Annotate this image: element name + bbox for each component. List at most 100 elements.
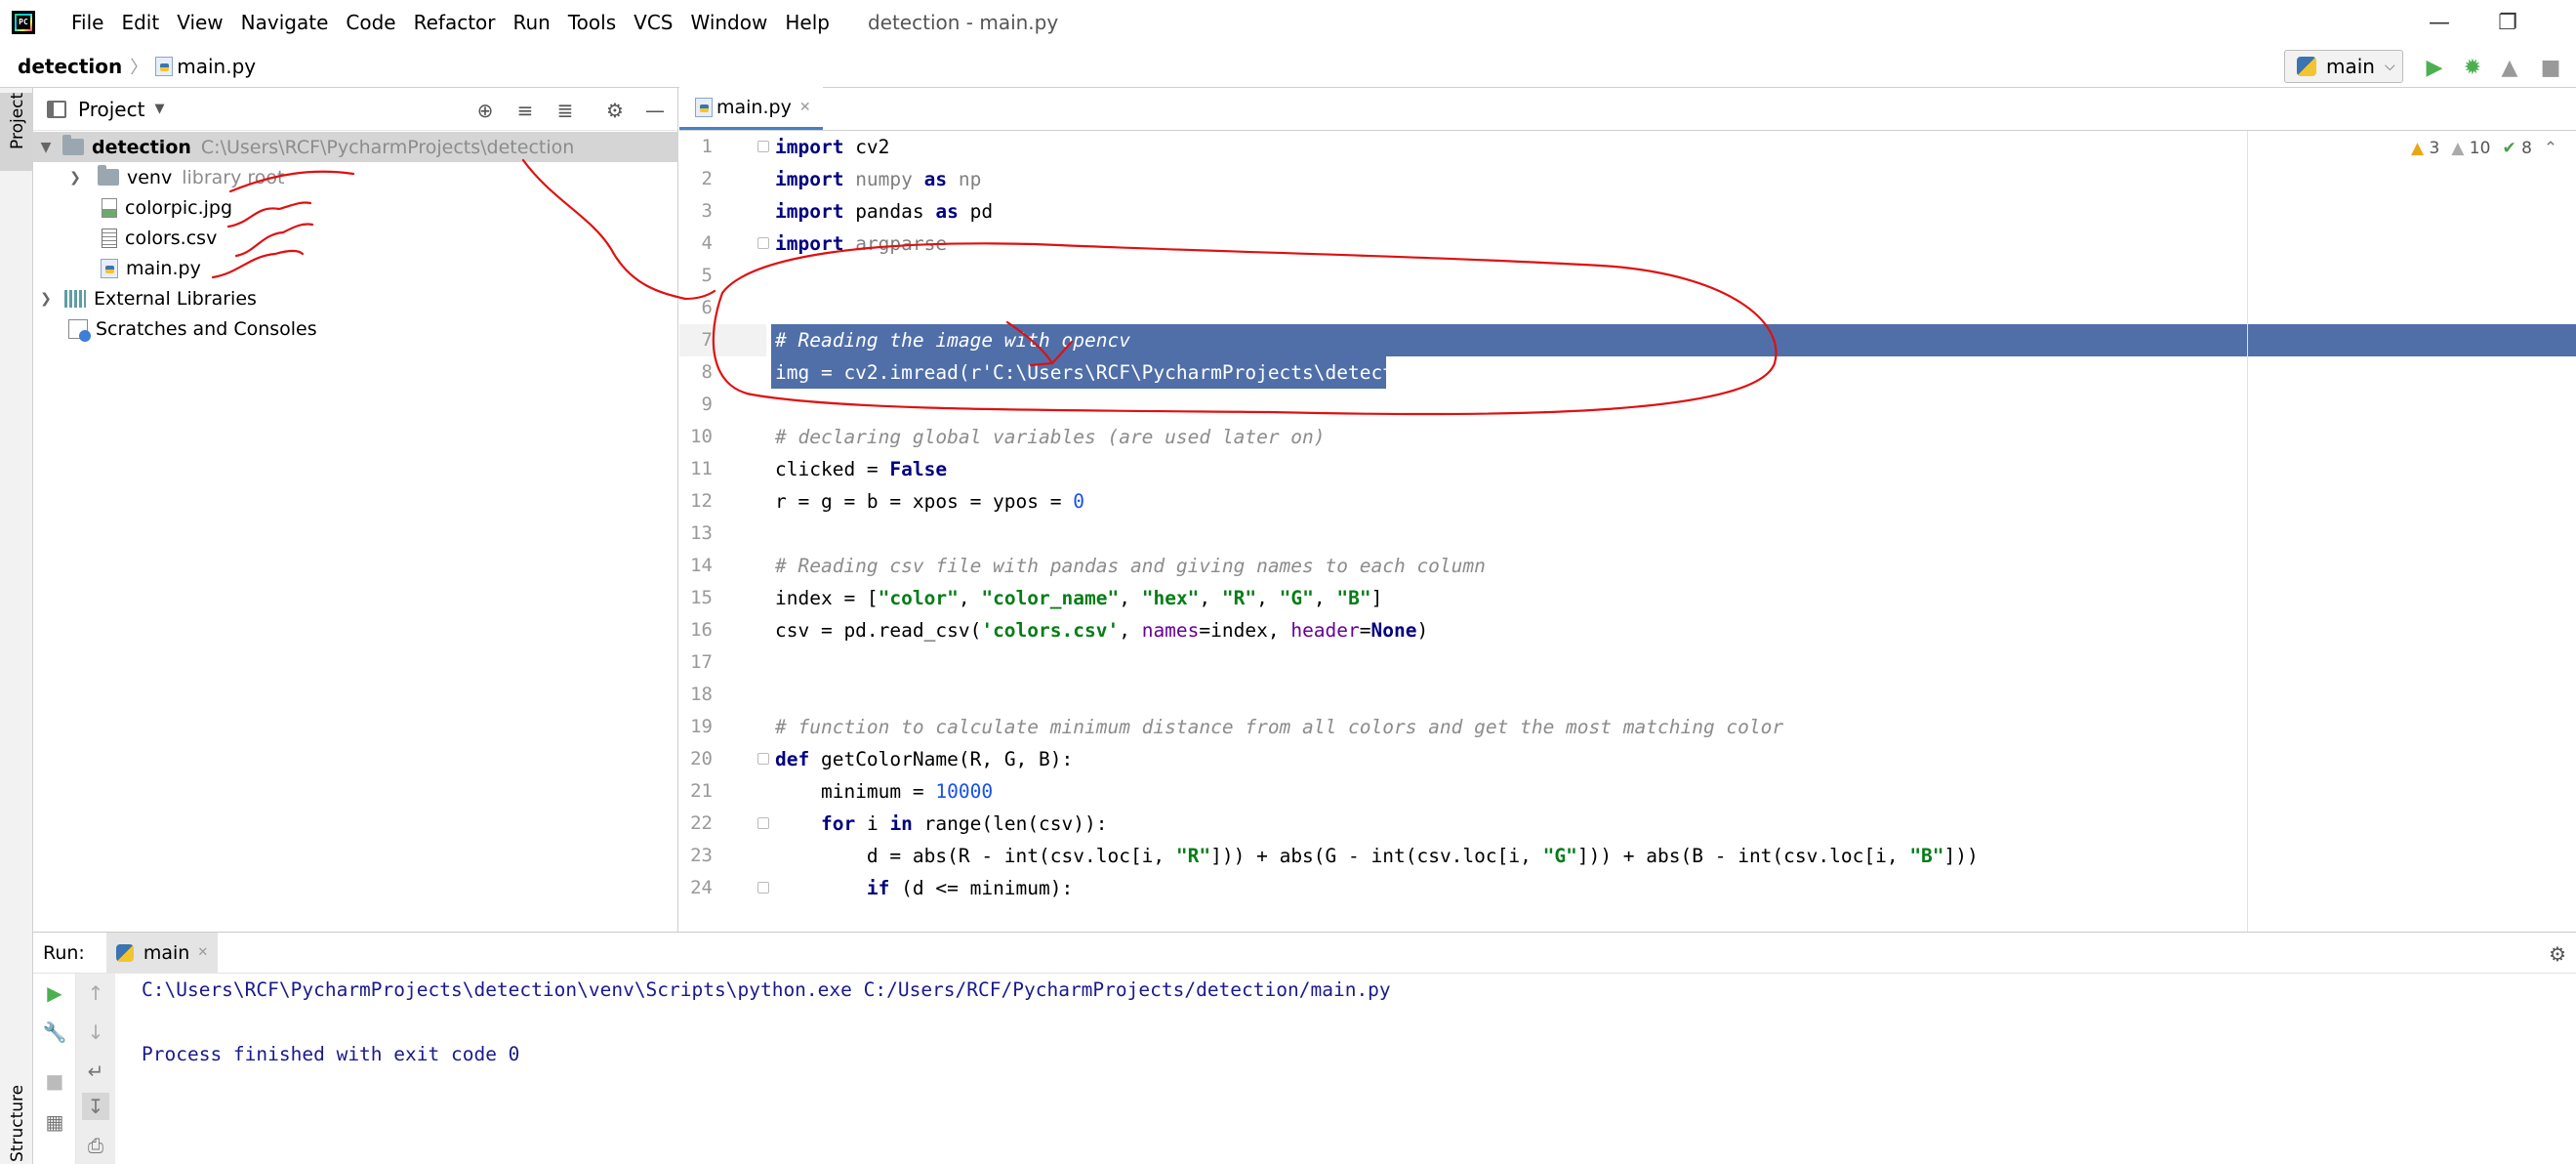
- library-icon: [64, 289, 86, 308]
- code-line: # Reading the image with opencv: [775, 329, 1130, 352]
- tree-item-detection[interactable]: ▼ detection C:\Users\RCF\PycharmProjects…: [33, 132, 678, 162]
- soft-wrap-icon[interactable]: ↵: [82, 1058, 109, 1085]
- line-number: 7: [679, 324, 766, 356]
- code-line: clicked = False: [775, 458, 948, 480]
- tree-item-scratches[interactable]: Scratches and Consoles: [33, 313, 678, 344]
- code-line: img = cv2.imread(r'C:\Users\RCF\PycharmP…: [775, 361, 1601, 384]
- tree-item-external-libraries[interactable]: ❯ External Libraries: [33, 283, 678, 313]
- scratch-icon: [68, 318, 91, 342]
- fold-marker-icon[interactable]: [757, 753, 769, 765]
- menu-vcs[interactable]: VCS: [625, 0, 681, 45]
- line-number: 8: [701, 361, 713, 383]
- line-number: 3: [701, 200, 713, 222]
- menu-refactor[interactable]: Refactor: [405, 0, 505, 45]
- gear-icon[interactable]: ⚙: [2549, 942, 2566, 966]
- menu-edit[interactable]: Edit: [112, 0, 168, 45]
- code-line: import numpy as np: [775, 168, 982, 190]
- scroll-end-icon[interactable]: ↧: [82, 1093, 109, 1120]
- code-line: minimum = 10000: [775, 780, 994, 803]
- down-arrow-icon[interactable]: ↓: [82, 1018, 109, 1046]
- tree-item-path: C:\Users\RCF\PycharmProjects\detection: [200, 136, 575, 158]
- fold-marker-icon[interactable]: [757, 817, 769, 829]
- tree-item-venv[interactable]: ❯ venv library root: [33, 162, 678, 192]
- run-configuration-select[interactable]: main ⌵: [2284, 50, 2403, 83]
- menu-code[interactable]: Code: [337, 0, 404, 45]
- expand-all-icon[interactable]: ≡: [512, 98, 538, 123]
- run-icon[interactable]: ▶: [2422, 55, 2447, 80]
- line-number: 21: [690, 780, 713, 802]
- project-tool-button[interactable]: Project: [0, 93, 33, 171]
- line-number: 15: [690, 587, 713, 608]
- tree-item-label: colorpic.jpg: [125, 196, 233, 219]
- line-number: 16: [690, 619, 713, 641]
- rerun-icon[interactable]: ▶: [41, 979, 68, 1007]
- tree-item-main-py[interactable]: main.py: [33, 253, 678, 283]
- gear-icon[interactable]: ⚙: [602, 98, 628, 123]
- breadcrumb-file[interactable]: main.py: [177, 55, 256, 78]
- stop-icon[interactable]: ■: [41, 1067, 68, 1095]
- folder-icon: [98, 165, 119, 186]
- menu-navigate[interactable]: Navigate: [232, 0, 338, 45]
- line-number: 22: [690, 812, 713, 834]
- tree-item-label: venv: [127, 166, 173, 188]
- minimize-icon[interactable]: —: [2405, 0, 2474, 45]
- code-line: # Reading csv file with pandas and givin…: [775, 555, 1486, 577]
- chevron-down-icon: ⌵: [2384, 59, 2395, 74]
- debug-icon[interactable]: ✹: [2460, 55, 2485, 80]
- code-line: import pandas as pd: [775, 200, 994, 223]
- tree-item-colors-csv[interactable]: colors.csv: [33, 223, 678, 253]
- coverage-icon[interactable]: ▲: [2497, 55, 2522, 80]
- editor-tab-strip: main.py ✕: [679, 87, 2576, 131]
- line-number: 13: [690, 522, 713, 544]
- structure-tool-button[interactable]: Structure: [8, 1085, 27, 1162]
- chevron-up-icon[interactable]: ⌃: [2544, 139, 2557, 158]
- breadcrumb-separator: 〉: [130, 57, 148, 78]
- menu-run[interactable]: Run: [505, 0, 559, 45]
- check-icon: ✔: [2502, 139, 2516, 158]
- locate-icon[interactable]: ⊕: [472, 98, 498, 123]
- line-number: 4: [701, 232, 713, 254]
- menu-window[interactable]: Window: [681, 0, 776, 45]
- fold-marker-icon[interactable]: [757, 882, 769, 894]
- up-arrow-icon[interactable]: ↑: [82, 979, 109, 1007]
- run-toolbar: ▶ 🔧 ■ ▦: [33, 974, 76, 1164]
- tab-label: main.py: [716, 96, 792, 118]
- chevron-down-icon[interactable]: ▼: [39, 140, 53, 155]
- layout-icon[interactable]: ▦: [41, 1108, 68, 1136]
- chevron-right-icon[interactable]: ❯: [39, 291, 53, 307]
- close-icon[interactable]: ✕: [197, 945, 208, 960]
- tree-item-colorpic[interactable]: colorpic.jpg: [33, 192, 678, 223]
- main-menu: File Edit View Navigate Code Refactor Ru…: [62, 0, 838, 45]
- inspection-widget[interactable]: ▲ 3 ▲ 10 ✔ 8 ⌃: [2411, 139, 2557, 158]
- collapse-all-icon[interactable]: ≣: [552, 98, 578, 123]
- restore-icon[interactable]: ❐: [2474, 0, 2542, 45]
- chevron-right-icon[interactable]: ❯: [68, 170, 82, 186]
- code-line: def getColorName(R, G, B):: [775, 748, 1074, 770]
- weak-warning-icon: ▲: [2451, 139, 2465, 158]
- tree-item-label: main.py: [126, 257, 201, 279]
- right-margin-guide: [2247, 131, 2248, 932]
- stop-icon[interactable]: ■: [2538, 55, 2563, 80]
- menu-view[interactable]: View: [168, 0, 231, 45]
- close-icon[interactable]: ✕: [799, 100, 811, 115]
- breadcrumb-project[interactable]: detection: [18, 55, 122, 78]
- code-line: import cv2: [775, 136, 890, 158]
- pycharm-logo-icon: [12, 11, 35, 34]
- console-output[interactable]: C:\Users\RCF\PycharmProjects\detection\v…: [142, 974, 1391, 1070]
- project-view-select[interactable]: Project: [78, 98, 144, 121]
- tab-main-py[interactable]: main.py ✕: [679, 87, 823, 130]
- line-number-gutter: 1 2 3 4 5 6 7 8 9 10 11 12 13 14 15 16 1…: [679, 131, 769, 932]
- tab-run-main[interactable]: main ✕: [105, 932, 219, 974]
- fold-marker-icon[interactable]: [757, 237, 769, 249]
- chevron-down-icon[interactable]: ▼: [154, 102, 164, 116]
- weak-warning-count: ▲ 10: [2451, 139, 2491, 158]
- run-configuration-label: main: [2326, 55, 2375, 78]
- menu-tools[interactable]: Tools: [559, 0, 625, 45]
- fold-marker-icon[interactable]: [757, 141, 769, 152]
- print-icon[interactable]: ⎙: [82, 1132, 109, 1159]
- code-area[interactable]: import cv2 import numpy as np import pan…: [771, 131, 2576, 932]
- wrench-icon[interactable]: 🔧: [41, 1018, 68, 1046]
- hide-icon[interactable]: —: [642, 98, 668, 123]
- menu-help[interactable]: Help: [776, 0, 838, 45]
- menu-file[interactable]: File: [62, 0, 112, 45]
